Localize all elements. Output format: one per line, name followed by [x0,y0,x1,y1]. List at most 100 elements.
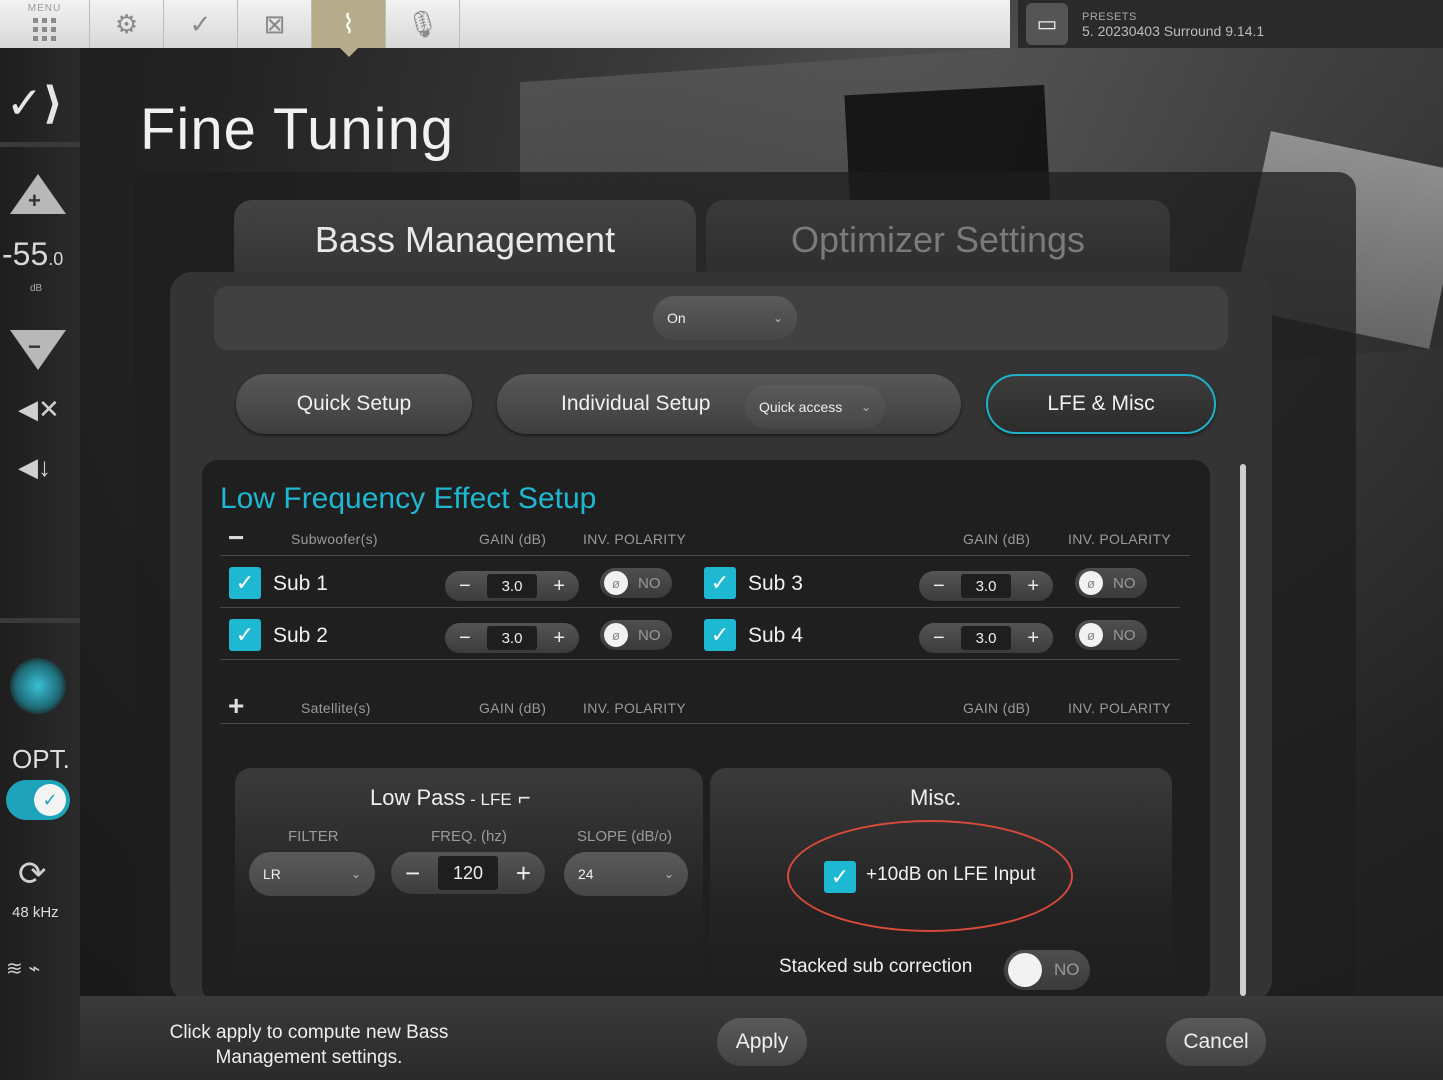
presets-label: PRESETS [1082,11,1137,23]
quick-setup-button[interactable]: Quick Setup [236,374,472,434]
low-pass-title-text: Low Pass [370,785,466,810]
tab-optimizer-settings[interactable]: Optimizer Settings [706,200,1170,280]
minus-button[interactable]: − [459,575,471,598]
footer-message: Click apply to compute new Bass Manageme… [169,1022,449,1068]
slope-dropdown[interactable]: 24 ⌄ [564,852,688,896]
check-icon: ✓ [235,622,255,647]
plus-button[interactable]: + [516,858,531,889]
plus-button[interactable]: + [1027,627,1039,650]
polarity-header: INV. POLARITY [583,700,686,716]
mode-dropdown[interactable]: On ⌄ [653,296,797,340]
misc-title: Misc. [910,785,962,810]
page-title: Fine Tuning [140,97,455,162]
check-icon: ✓ [189,8,212,39]
sub4-name: Sub 4 [748,624,803,647]
scrollbar[interactable] [1240,464,1246,996]
subwoofers-header: Subwoofer(s) [291,531,378,547]
left-sidebar: ✓⟩ + -55.0 dB − ◀✕ ◀↓ OPT. ✓ ⟳ 48 kHz ≋ … [0,48,80,1080]
freq-value[interactable]: 120 [438,856,498,890]
gain-header: GAIN (dB) [963,531,1031,547]
optimizer-toggle[interactable]: ✓ [6,780,70,820]
low-pass-title-suffix: - LFE [465,790,512,809]
sub4-gain-stepper: − 3.0 + [919,623,1053,653]
sub3-polarity-toggle[interactable]: ø NO [1075,568,1147,598]
filter-dropdown[interactable]: LR ⌄ [249,852,375,896]
sub1-checkbox[interactable]: ✓ [229,567,261,599]
minus-icon: − [28,334,41,359]
apply-button[interactable]: Apply [717,1018,807,1066]
minus-button[interactable]: − [933,627,945,650]
divider [220,723,1190,724]
sub1-name: Sub 1 [273,572,328,595]
minus-button[interactable]: − [933,575,945,598]
check-icon: ✓ [710,570,730,595]
mode-dropdown-value: On [667,310,686,326]
calibration-button[interactable]: ✓ [164,0,238,48]
slope-value: 24 [578,866,594,882]
chevron-down-icon: ⌄ [350,867,361,881]
cancel-button[interactable]: Cancel [1166,1018,1266,1066]
phase-icon: ø [604,571,628,595]
lfe-misc-button[interactable]: LFE & Misc [986,374,1216,434]
check-icon: ✓ [710,622,730,647]
sub4-polarity-toggle[interactable]: ø NO [1075,620,1147,650]
phase-icon: ø [604,623,628,647]
mute-icon[interactable]: ◀✕ [18,394,60,425]
low-pass-title: Low Pass - LFE ⌐ [370,785,531,811]
freq-label: FREQ. (hz) [431,828,507,845]
sub4-gain-value[interactable]: 3.0 [961,626,1011,650]
filter-label: FILTER [288,828,339,845]
stacked-sub-label: Stacked sub correction [779,956,973,977]
sub2-checkbox[interactable]: ✓ [229,619,261,651]
sync-icon: ⟳ [18,855,47,893]
plus-button[interactable]: + [553,627,565,650]
tab-bass-management[interactable]: Bass Management [234,200,696,280]
sub1-gain-value[interactable]: 3.0 [487,574,537,598]
sub1-gain-stepper: − 3.0 + [445,571,579,601]
sub4-checkbox[interactable]: ✓ [704,619,736,651]
individual-setup-button[interactable]: Individual Setup [497,374,961,434]
sub2-polarity-toggle[interactable]: ø NO [600,620,672,650]
sub4-polarity-value: NO [1113,626,1136,644]
plus-button[interactable]: + [1027,575,1039,598]
plus-button[interactable]: + [553,575,565,598]
divider [220,555,1190,556]
menu-button[interactable]: MENU [0,0,90,48]
minus-button[interactable]: − [405,858,420,889]
sub1-polarity-toggle[interactable]: ø NO [600,568,672,598]
minus-button[interactable]: − [459,627,471,650]
collapse-subwoofers-button[interactable]: − [228,524,244,552]
divider [220,659,1180,660]
stacked-sub-toggle[interactable]: NO [1004,950,1090,990]
sub2-polarity-value: NO [638,626,661,644]
logo-icon: ✓⟩ [6,79,63,128]
fine-tuning-button[interactable]: ⌇ [312,0,386,57]
sub2-gain-stepper: − 3.0 + [445,623,579,653]
sub1-polarity-value: NO [638,574,661,592]
stacked-sub-value: NO [1054,960,1080,979]
polarity-header: INV. POLARITY [1068,531,1171,547]
sub3-name: Sub 3 [748,572,803,595]
plus-icon: + [28,188,41,213]
slope-label: SLOPE (dB/o) [577,828,673,845]
check-icon: ✓ [34,784,66,816]
display-button[interactable]: ⊠ [238,0,312,48]
volume-number: -55 [2,236,49,272]
individual-setup-label: Individual Setup [561,392,711,415]
satellites-header: Satellite(s) [301,700,371,716]
highlight-annotation [787,820,1073,932]
opt-label: OPT. [12,744,70,774]
settings-button[interactable]: ⚙ [90,0,164,48]
dim-icon[interactable]: ◀↓ [18,452,51,483]
sub3-gain-value[interactable]: 3.0 [961,574,1011,598]
sub2-gain-value[interactable]: 3.0 [487,626,537,650]
waveform-icon: ⌇ [342,8,355,39]
expand-satellites-button[interactable]: + [228,692,244,720]
microphone-button[interactable]: 🎙 [386,0,460,48]
volume-value: -55.0 [2,236,63,273]
quick-access-dropdown[interactable]: Quick access ⌄ [745,385,885,429]
sub3-checkbox[interactable]: ✓ [704,567,736,599]
input-cable-icon[interactable] [10,658,66,714]
presets-selector[interactable]: ▭ PRESETS 5. 20230403 Surround 9.14.1 [1018,0,1443,48]
lfe-setup-title: Low Frequency Effect Setup [220,482,597,515]
